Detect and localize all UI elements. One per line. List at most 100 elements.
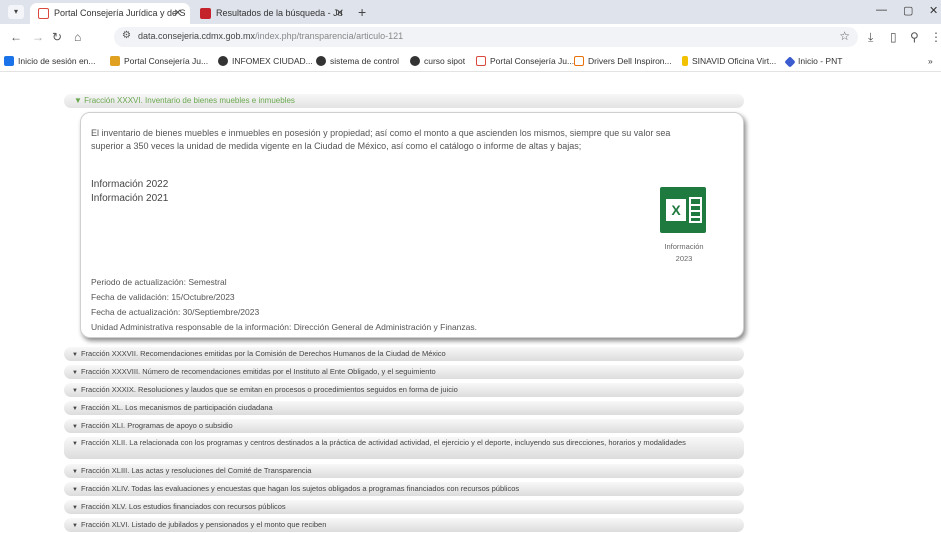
reload-icon[interactable]: ↻ bbox=[52, 29, 62, 45]
excel-grid-icon bbox=[689, 197, 702, 223]
bookmark-favicon-icon bbox=[218, 56, 228, 66]
expand-triangle-icon: ▼ bbox=[72, 352, 78, 358]
expand-triangle-icon: ▼ bbox=[72, 424, 78, 430]
accordion-item-fraccion-xli[interactable]: ▼ Fracción XLI. Programas de apoyo o subs… bbox=[64, 419, 744, 433]
fraction-label: Fracción XLI. Programas de apoyo o subsi… bbox=[80, 421, 233, 430]
minimize-button[interactable]: — bbox=[876, 4, 887, 16]
bookmark-label: Inicio - PNT bbox=[798, 56, 843, 66]
fraction-label: Fracción XXXVII. Recomendaciones emitida… bbox=[80, 349, 446, 358]
home-icon[interactable]: ⌂ bbox=[74, 29, 81, 45]
site-info-icon[interactable]: ⚙ bbox=[122, 30, 131, 41]
fraction-label: Fracción XLII. La relacionada con los pr… bbox=[80, 438, 686, 447]
bookmark-label: Portal Consejería Ju... bbox=[124, 56, 209, 66]
bookmark-favicon-icon bbox=[476, 56, 486, 66]
back-arrow-icon[interactable]: ← bbox=[10, 29, 22, 45]
tab-title: Portal Consejería Jurídica y de S bbox=[54, 8, 186, 18]
bookmark-label: Portal Consejería Ju... bbox=[490, 56, 575, 66]
fraction-label: Fracción XLIV. Todas las evaluaciones y … bbox=[80, 484, 520, 493]
accordion-item-fraccion-xliii[interactable]: ▼ Fracción XLIII. Las actas y resolucione… bbox=[64, 464, 744, 478]
excel-caption-year: 2023 bbox=[675, 254, 693, 263]
fraction-label: Fracción XLV. Los estudios financiados c… bbox=[80, 502, 286, 511]
bookmark-item[interactable]: Portal Consejería Ju... bbox=[110, 55, 208, 67]
expand-triangle-icon: ▼ bbox=[72, 406, 78, 412]
url-text: data.consejeria.cdmx.gob.mx/index.php/tr… bbox=[138, 31, 403, 41]
expand-triangle-icon: ▼ bbox=[72, 487, 78, 493]
tab-close-icon[interactable]: ✕ bbox=[174, 3, 182, 24]
bookmark-star-icon[interactable]: ☆ bbox=[839, 29, 850, 43]
fraction-label: Fracción XXXVIII. Número de recomendacio… bbox=[80, 367, 436, 376]
accordion-header-fraccion-xxxvi[interactable]: ▼ Fracción XXXVI. Inventario de bienes m… bbox=[64, 94, 744, 108]
fraction-label: Fracción XL. Los mecanismos de participa… bbox=[80, 403, 273, 412]
bookmark-item[interactable]: curso sipot bbox=[410, 55, 465, 67]
navigation-bar: ← → ↻ ⌂ ⚙ data.consejeria.cdmx.gob.mx/in… bbox=[0, 24, 941, 50]
bookmark-item[interactable]: Portal Consejería Ju... bbox=[476, 55, 574, 67]
bookmark-label: sistema de control bbox=[330, 56, 399, 66]
bookmark-label: Drivers Dell Inspiron... bbox=[588, 56, 672, 66]
expand-triangle-icon: ▼ bbox=[72, 441, 78, 447]
info-2021-link[interactable]: Información 2021 bbox=[91, 193, 168, 204]
sidebar-icon[interactable]: ▯ bbox=[890, 29, 897, 45]
bookmark-label: INFOMEX CIUDAD... bbox=[232, 56, 313, 66]
tab-strip: ▾ Portal Consejería Jurídica y de S ✕ Re… bbox=[0, 0, 941, 24]
periodo-actualizacion: Periodo de actualización: Semestral bbox=[91, 277, 227, 287]
bookmark-favicon-icon bbox=[4, 56, 14, 66]
menu-dots-icon[interactable]: ⋮ bbox=[930, 29, 941, 45]
bookmark-item[interactable]: Drivers Dell Inspiron... bbox=[574, 55, 672, 67]
excel-file-icon[interactable]: X bbox=[660, 187, 706, 233]
bookmark-favicon-icon bbox=[316, 56, 326, 66]
maximize-button[interactable]: ▢ bbox=[903, 4, 913, 17]
bookmark-favicon-icon bbox=[682, 56, 688, 66]
excel-caption-label: Información bbox=[664, 242, 704, 251]
tab-favicon-icon bbox=[200, 8, 211, 19]
tab-favicon-icon bbox=[38, 8, 49, 19]
bookmark-label: curso sipot bbox=[424, 56, 466, 66]
expand-triangle-icon: ▼ bbox=[72, 370, 78, 376]
accordion-panel-fraccion-xxxvi: El inventario de bienes muebles e inmueb… bbox=[80, 112, 744, 338]
bookmark-item[interactable]: INFOMEX CIUDAD... bbox=[218, 55, 313, 67]
extensions-icon[interactable]: ⚲ bbox=[910, 29, 919, 45]
url-path: /index.php/transparencia/articulo-121 bbox=[255, 31, 404, 41]
tab-resultados[interactable]: Resultados de la búsqueda - Ju ✕ bbox=[192, 3, 352, 24]
fecha-actualizacion: Fecha de actualización: 30/Septiembre/20… bbox=[91, 307, 260, 317]
bookmark-favicon-icon bbox=[110, 56, 120, 66]
fraction-label: Fracción XXXIX. Resoluciones y laudos qu… bbox=[80, 385, 458, 394]
accordion-item-fraccion-xxxviii[interactable]: ▼ Fracción XXXVIII. Número de recomendaci… bbox=[64, 365, 744, 379]
fecha-validacion: Fecha de validación: 15/Octubre/2023 bbox=[91, 292, 235, 302]
bookmark-label: Inicio de sesión en... bbox=[18, 56, 96, 66]
accordion-item-fraccion-xxxix[interactable]: ▼ Fracción XXXIX. Resoluciones y laudos q… bbox=[64, 383, 744, 397]
download-icon[interactable]: ⤓ bbox=[868, 29, 873, 45]
url-host: data.consejeria.cdmx.gob.mx bbox=[138, 31, 256, 41]
tab-search-button[interactable]: ▾ bbox=[8, 5, 24, 19]
accordion-item-fraccion-xl[interactable]: ▼ Fracción XL. Los mecanismos de particip… bbox=[64, 401, 744, 415]
expand-triangle-icon: ▼ bbox=[72, 469, 78, 475]
accordion-item-fraccion-xlii[interactable]: ▼ Fracción XLII. La relacionada con los p… bbox=[64, 437, 744, 459]
info-2022-link[interactable]: Información 2022 bbox=[91, 179, 168, 190]
accordion-item-fraccion-xliv[interactable]: ▼ Fracción XLIV. Todas las evaluaciones y… bbox=[64, 482, 744, 496]
new-tab-button[interactable]: + bbox=[358, 3, 366, 21]
unidad-administrativa: Unidad Administrativa responsable de la … bbox=[91, 322, 477, 332]
bookmark-item[interactable]: Inicio - PNT bbox=[784, 55, 843, 68]
bookmark-label: SINAVID Oficina Virt... bbox=[692, 56, 777, 66]
excel-x-glyph: X bbox=[666, 199, 686, 221]
accordion-item-fraccion-xlvi[interactable]: ▼ Fracción XLVI. Listado de jubilados y p… bbox=[64, 518, 744, 532]
expand-triangle-icon: ▼ bbox=[72, 505, 78, 511]
accordion-item-fraccion-xlv[interactable]: ▼ Fracción XLV. Los estudios financiados … bbox=[64, 500, 744, 514]
bookmarks-bar: Inicio de sesión en... Portal Consejería… bbox=[0, 50, 941, 72]
expand-triangle-icon: ▼ bbox=[72, 523, 78, 529]
fraction-label: Fracción XLVI. Listado de jubilados y pe… bbox=[80, 520, 327, 529]
fraction-description: El inventario de bienes muebles e inmueb… bbox=[91, 128, 671, 151]
expand-triangle-icon: ▼ bbox=[72, 388, 78, 394]
bookmark-favicon-icon bbox=[574, 56, 584, 66]
excel-caption[interactable]: Información 2023 bbox=[649, 241, 719, 265]
tab-portal-consejeria[interactable]: Portal Consejería Jurídica y de S ✕ bbox=[30, 3, 190, 24]
bookmarks-overflow-button[interactable]: » bbox=[928, 55, 933, 67]
address-bar[interactable]: ⚙ data.consejeria.cdmx.gob.mx/index.php/… bbox=[114, 27, 858, 47]
accordion-item-fraccion-xxxvii[interactable]: ▼ Fracción XXXVII. Recomendaciones emitid… bbox=[64, 347, 744, 361]
close-window-button[interactable]: ✕ bbox=[929, 4, 938, 17]
bookmark-item[interactable]: Inicio de sesión en... bbox=[4, 55, 96, 67]
tab-close-icon[interactable]: ✕ bbox=[336, 3, 344, 24]
bookmark-favicon-icon bbox=[784, 56, 796, 68]
bookmark-item[interactable]: sistema de control bbox=[316, 55, 399, 67]
bookmark-item[interactable]: SINAVID Oficina Virt... bbox=[682, 55, 776, 67]
forward-arrow-icon[interactable]: → bbox=[32, 29, 44, 45]
